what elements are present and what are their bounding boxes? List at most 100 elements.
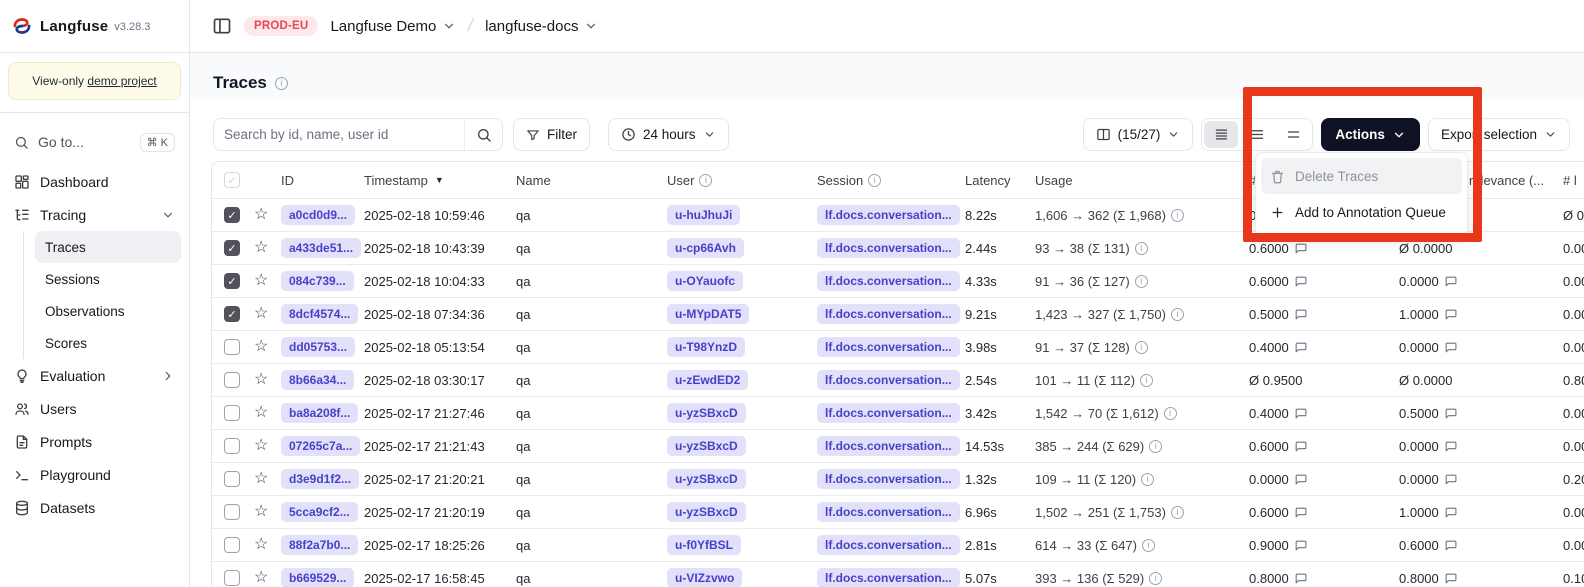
project-selector[interactable]: langfuse-docs <box>485 18 598 35</box>
row-checkbox[interactable] <box>224 504 240 520</box>
user-badge[interactable]: u-zEwdED2 <box>667 370 748 390</box>
bookmark-star-icon[interactable]: ☆ <box>254 207 268 223</box>
trace-id-badge[interactable]: 084c739... <box>281 271 354 291</box>
row-height-medium-button[interactable] <box>1240 121 1274 148</box>
session-badge[interactable]: lf.docs.conversation... <box>817 403 960 423</box>
sidebar-item-prompts[interactable]: Prompts <box>8 425 181 458</box>
sidebar-item-observations[interactable]: Observations <box>35 295 181 327</box>
table-row[interactable]: ☆88f2a7b0...2025-02-17 18:25:26qau-f0YfB… <box>212 528 1584 561</box>
column-header-latency[interactable]: Latency <box>957 173 1027 188</box>
trace-id-badge[interactable]: a433de51... <box>281 238 361 258</box>
row-checkbox[interactable] <box>224 438 240 454</box>
sidebar-item-users[interactable]: Users <box>8 392 181 425</box>
user-badge[interactable]: u-VIZzvwo <box>667 568 742 587</box>
bookmark-star-icon[interactable]: ☆ <box>254 438 268 454</box>
row-checkbox[interactable]: ✓ <box>224 207 240 223</box>
sidebar-item-datasets[interactable]: Datasets <box>8 491 181 524</box>
bookmark-star-icon[interactable]: ☆ <box>254 504 268 520</box>
row-checkbox[interactable] <box>224 372 240 388</box>
bookmark-star-icon[interactable]: ☆ <box>254 273 268 289</box>
bookmark-star-icon[interactable]: ☆ <box>254 240 268 256</box>
session-badge[interactable]: lf.docs.conversation... <box>817 238 960 258</box>
session-badge[interactable]: lf.docs.conversation... <box>817 337 960 357</box>
table-row[interactable]: ☆ba8a208f...2025-02-17 21:27:46qau-yzSBx… <box>212 396 1584 429</box>
table-row[interactable]: ☆b669529...2025-02-17 16:58:45qau-VIZzvw… <box>212 561 1584 587</box>
filter-button[interactable]: Filter <box>513 118 590 151</box>
session-badge[interactable]: lf.docs.conversation... <box>817 205 960 225</box>
user-badge[interactable]: u-MYpDAT5 <box>667 304 749 324</box>
sidebar-item-dashboard[interactable]: Dashboard <box>8 165 181 198</box>
column-header-session[interactable]: Session <box>809 173 957 188</box>
demo-project-link[interactable]: demo project <box>87 74 156 88</box>
column-header-name[interactable]: Name <box>508 173 659 188</box>
user-badge[interactable]: u-yzSBxcD <box>667 403 746 423</box>
columns-button[interactable]: (15/27) <box>1083 118 1194 151</box>
search-submit[interactable] <box>464 119 502 150</box>
select-all-checkbox[interactable]: ✓ <box>224 172 240 188</box>
trace-id-badge[interactable]: dd05753... <box>281 337 355 357</box>
sidebar-item-evaluation[interactable]: Evaluation <box>8 359 181 392</box>
session-badge[interactable]: lf.docs.conversation... <box>817 370 960 390</box>
bookmark-star-icon[interactable]: ☆ <box>254 372 268 388</box>
table-row[interactable]: ✓☆084c739...2025-02-18 10:04:33qau-OYauo… <box>212 264 1584 297</box>
table-row[interactable]: ☆d3e9d1f2...2025-02-17 21:20:21qau-yzSBx… <box>212 462 1584 495</box>
bookmark-star-icon[interactable]: ☆ <box>254 306 268 322</box>
session-badge[interactable]: lf.docs.conversation... <box>817 535 960 555</box>
row-checkbox[interactable] <box>224 405 240 421</box>
trace-id-badge[interactable]: 8dcf4574... <box>281 304 358 324</box>
time-range-button[interactable]: 24 hours <box>608 118 729 151</box>
sidebar-item-playground[interactable]: Playground <box>8 458 181 491</box>
sidebar-item-scores[interactable]: Scores <box>35 327 181 359</box>
trace-id-badge[interactable]: ba8a208f... <box>281 403 358 423</box>
trace-id-badge[interactable]: 5cca9cf2... <box>281 502 358 522</box>
menu-item-delete-traces[interactable]: Delete Traces <box>1261 158 1462 194</box>
trace-id-badge[interactable]: d3e9d1f2... <box>281 469 359 489</box>
trace-id-badge[interactable]: b669529... <box>281 568 354 587</box>
user-badge[interactable]: u-huJhuJi <box>667 205 740 225</box>
column-header-usage[interactable]: Usage <box>1027 173 1241 188</box>
actions-button[interactable]: Actions <box>1321 118 1420 151</box>
trace-id-badge[interactable]: 8b66a34... <box>281 370 354 390</box>
goto-search[interactable]: Go to... ⌘ K <box>8 127 181 157</box>
row-checkbox[interactable] <box>224 339 240 355</box>
session-badge[interactable]: lf.docs.conversation... <box>817 469 960 489</box>
bookmark-star-icon[interactable]: ☆ <box>254 339 268 355</box>
table-row[interactable]: ✓☆8dcf4574...2025-02-18 07:34:36qau-MYpD… <box>212 297 1584 330</box>
row-checkbox[interactable]: ✓ <box>224 273 240 289</box>
trace-id-badge[interactable]: a0cd0d9... <box>281 205 355 225</box>
user-badge[interactable]: u-cp66Avh <box>667 238 744 258</box>
user-badge[interactable]: u-OYauofc <box>667 271 743 291</box>
session-badge[interactable]: lf.docs.conversation... <box>817 436 960 456</box>
table-row[interactable]: ☆8b66a34...2025-02-18 03:30:17qau-zEwdED… <box>212 363 1584 396</box>
sidebar-toggle-icon[interactable] <box>212 16 232 36</box>
search-input[interactable] <box>214 119 464 150</box>
bookmark-star-icon[interactable]: ☆ <box>254 405 268 421</box>
column-header-user[interactable]: User <box>659 173 809 188</box>
row-checkbox[interactable] <box>224 537 240 553</box>
user-badge[interactable]: u-yzSBxcD <box>667 469 746 489</box>
user-badge[interactable]: u-yzSBxcD <box>667 436 746 456</box>
user-badge[interactable]: u-yzSBxcD <box>667 502 746 522</box>
row-checkbox[interactable] <box>224 570 240 586</box>
row-checkbox[interactable] <box>224 471 240 487</box>
session-badge[interactable]: lf.docs.conversation... <box>817 271 960 291</box>
session-badge[interactable]: lf.docs.conversation... <box>817 568 960 587</box>
user-badge[interactable]: u-f0YfBSL <box>667 535 741 555</box>
row-height-compact-button[interactable] <box>1204 121 1238 148</box>
row-height-tall-button[interactable] <box>1276 121 1310 148</box>
user-badge[interactable]: u-T98YnzD <box>667 337 745 357</box>
table-row[interactable]: ☆dd05753...2025-02-18 05:13:54qau-T98Ynz… <box>212 330 1584 363</box>
export-selection-button[interactable]: Export selection <box>1428 118 1570 151</box>
sidebar-item-traces[interactable]: Traces <box>35 231 181 263</box>
column-header-id[interactable]: ID <box>273 173 356 188</box>
session-badge[interactable]: lf.docs.conversation... <box>817 304 960 324</box>
trace-id-badge[interactable]: 07265c7a... <box>281 436 360 456</box>
column-header-timestamp[interactable]: Timestamp ▼ <box>356 173 508 188</box>
row-checkbox[interactable]: ✓ <box>224 306 240 322</box>
bookmark-star-icon[interactable]: ☆ <box>254 537 268 553</box>
row-checkbox[interactable]: ✓ <box>224 240 240 256</box>
table-row[interactable]: ☆5cca9cf2...2025-02-17 21:20:19qau-yzSBx… <box>212 495 1584 528</box>
bookmark-star-icon[interactable]: ☆ <box>254 471 268 487</box>
menu-item-add-to-annotation-queue[interactable]: Add to Annotation Queue <box>1261 194 1462 230</box>
table-row[interactable]: ☆07265c7a...2025-02-17 21:21:43qau-yzSBx… <box>212 429 1584 462</box>
